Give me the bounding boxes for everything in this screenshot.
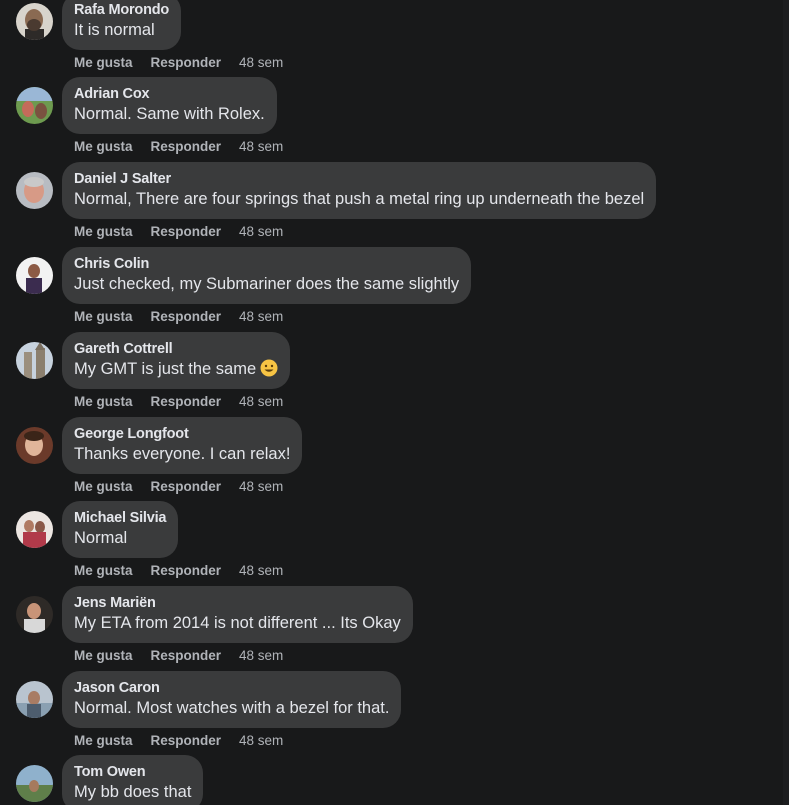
comment-text: Thanks everyone. I can relax! (74, 445, 291, 463)
comment-text: It is normal (74, 21, 155, 39)
comment-actions: Me gusta Responder 48 sem (74, 309, 283, 324)
comment-bubble: Jens Mariën My ETA from 2014 is not diff… (62, 586, 413, 643)
timestamp[interactable]: 48 sem (239, 55, 283, 70)
timestamp[interactable]: 48 sem (239, 224, 283, 239)
comment-actions: Me gusta Responder 48 sem (74, 55, 283, 70)
comment-actions: Me gusta Responder 48 sem (74, 479, 283, 494)
comment-bubble: Tom Owen My bb does that (62, 755, 204, 805)
reply-button[interactable]: Responder (151, 55, 222, 70)
like-button[interactable]: Me gusta (74, 55, 133, 70)
smiling-face-icon (260, 359, 278, 377)
comment-author[interactable]: Jason Caron (74, 679, 389, 697)
comment-bubble: Rafa Morondo It is normal (62, 0, 182, 50)
like-button[interactable]: Me gusta (74, 648, 133, 663)
comments-feed: Rafa Morondo It is normal Me gusta Respon… (0, 0, 789, 805)
avatar[interactable] (16, 681, 53, 718)
comment-author[interactable]: Rafa Morondo (74, 1, 169, 19)
comment-author[interactable]: George Longfoot (74, 425, 290, 443)
like-button[interactable]: Me gusta (74, 563, 133, 578)
comment-bubble: Chris Colin Just checked, my Submariner … (62, 247, 472, 304)
comment-author[interactable]: Chris Colin (74, 255, 459, 273)
comment-text: Normal (74, 529, 128, 547)
comment-bubble: Gareth Cottrell My GMT is just the same (62, 332, 291, 389)
avatar[interactable] (16, 257, 53, 294)
timestamp[interactable]: 48 sem (239, 139, 283, 154)
comment-text: Just checked, my Submariner does the sam… (74, 275, 460, 293)
comment-text: My ETA from 2014 is not different ... It… (74, 614, 401, 632)
comment-bubble: Jason Caron Normal. Most watches with a … (62, 671, 402, 728)
comment-text: Normal, There are four springs that push… (74, 190, 645, 208)
timestamp[interactable]: 48 sem (239, 309, 283, 324)
comment-bubble: Daniel J Salter Normal, There are four s… (62, 162, 657, 219)
comment-actions: Me gusta Responder 48 sem (74, 224, 283, 239)
reply-button[interactable]: Responder (151, 394, 222, 409)
comment-author[interactable]: Daniel J Salter (74, 170, 644, 188)
comment-author[interactable]: Tom Owen (74, 763, 191, 781)
comment-bubble: Michael Silvia Normal (62, 501, 179, 558)
avatar[interactable] (16, 3, 53, 40)
comment-actions: Me gusta Responder 48 sem (74, 139, 283, 154)
timestamp[interactable]: 48 sem (239, 394, 283, 409)
like-button[interactable]: Me gusta (74, 394, 133, 409)
comment-author[interactable]: Michael Silvia (74, 509, 167, 527)
like-button[interactable]: Me gusta (74, 224, 133, 239)
comment-actions: Me gusta Responder 48 sem (74, 563, 283, 578)
comment-actions: Me gusta Responder 48 sem (74, 733, 283, 748)
reply-button[interactable]: Responder (151, 563, 222, 578)
comment-author[interactable]: Jens Mariën (74, 594, 401, 612)
avatar[interactable] (16, 765, 53, 802)
comment-actions: Me gusta Responder 48 sem (74, 648, 283, 663)
timestamp[interactable]: 48 sem (239, 563, 283, 578)
avatar[interactable] (16, 342, 53, 379)
avatar[interactable] (16, 596, 53, 633)
like-button[interactable]: Me gusta (74, 733, 133, 748)
avatar[interactable] (16, 511, 53, 548)
comment-bubble: Adrian Cox Normal. Same with Rolex. (62, 77, 277, 134)
comment-text: Normal. Same with Rolex. (74, 105, 265, 123)
scrollbar-track[interactable] (783, 0, 789, 805)
timestamp[interactable]: 48 sem (239, 479, 283, 494)
timestamp[interactable]: 48 sem (239, 733, 283, 748)
like-button[interactable]: Me gusta (74, 479, 133, 494)
comment-author[interactable]: Gareth Cottrell (74, 340, 278, 358)
like-button[interactable]: Me gusta (74, 139, 133, 154)
reply-button[interactable]: Responder (151, 224, 222, 239)
avatar[interactable] (16, 87, 53, 124)
avatar[interactable] (16, 427, 53, 464)
reply-button[interactable]: Responder (151, 309, 222, 324)
comment-author[interactable]: Adrian Cox (74, 85, 265, 103)
timestamp[interactable]: 48 sem (239, 648, 283, 663)
comment-text: My GMT is just the same (74, 360, 257, 378)
comment-bubble: George Longfoot Thanks everyone. I can r… (62, 417, 303, 474)
comment-actions: Me gusta Responder 48 sem (74, 394, 283, 409)
reply-button[interactable]: Responder (151, 479, 222, 494)
reply-button[interactable]: Responder (151, 139, 222, 154)
reply-button[interactable]: Responder (151, 648, 222, 663)
comment-text: Normal. Most watches with a bezel for th… (74, 699, 390, 717)
reply-button[interactable]: Responder (151, 733, 222, 748)
comment-text: My bb does that (74, 783, 192, 801)
avatar[interactable] (16, 172, 53, 209)
like-button[interactable]: Me gusta (74, 309, 133, 324)
